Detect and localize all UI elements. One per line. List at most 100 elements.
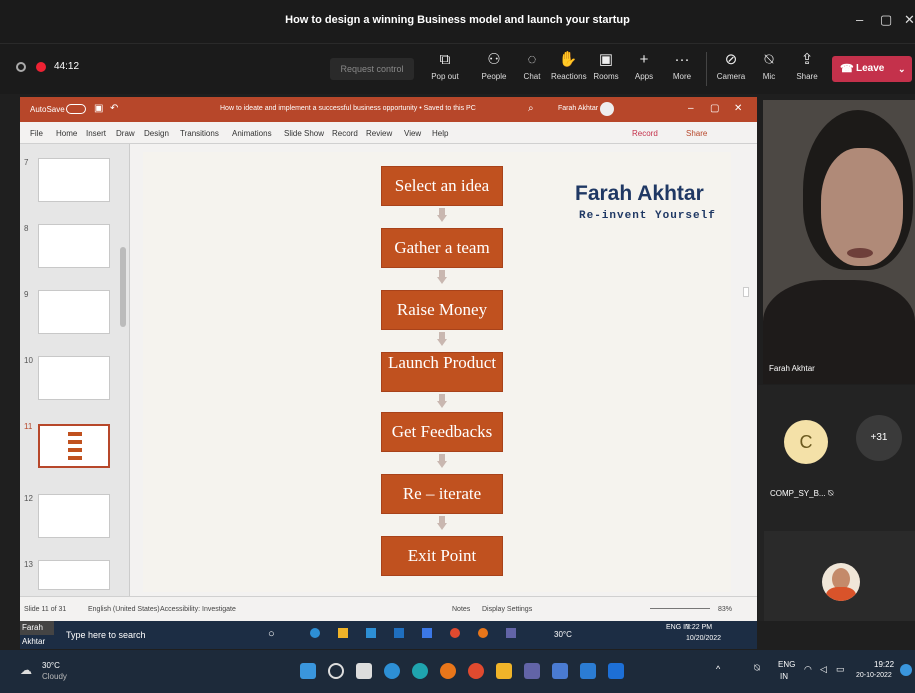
- slide-tagline: Re-invent Yourself: [579, 210, 716, 222]
- share-button[interactable]: Share: [686, 129, 707, 138]
- clock-time[interactable]: 19:22: [874, 660, 894, 669]
- more-button[interactable]: ··· More: [665, 50, 699, 81]
- zoom-level[interactable]: 83%: [718, 606, 732, 613]
- app-icon[interactable]: [422, 628, 432, 638]
- reactions-icon: ✋: [558, 51, 578, 68]
- teams-icon[interactable]: [524, 663, 540, 679]
- step-reiterate: Re – iterate: [381, 474, 503, 514]
- task-view-icon[interactable]: [356, 663, 372, 679]
- app-icon[interactable]: [608, 663, 624, 679]
- slide-thumbnail[interactable]: [38, 560, 110, 590]
- chevron-down-icon[interactable]: ⌄: [898, 56, 906, 82]
- slide-scrollbar[interactable]: [743, 287, 749, 297]
- mic-button[interactable]: ⍉ Mic: [752, 50, 786, 81]
- people-button[interactable]: ⚇ People: [477, 50, 511, 81]
- teams-icon[interactable]: [506, 628, 516, 638]
- chrome-icon[interactable]: [450, 628, 460, 638]
- apps-button[interactable]: + Apps: [627, 50, 661, 81]
- slide-thumbnail-selected[interactable]: [38, 424, 110, 468]
- menu-help[interactable]: Help: [432, 129, 448, 138]
- slide-thumbnail[interactable]: [38, 224, 110, 268]
- menu-insert[interactable]: Insert: [86, 129, 106, 138]
- leave-button[interactable]: ☎ Leave ⌄: [832, 56, 912, 82]
- minimize-icon[interactable]: –: [856, 12, 863, 27]
- menu-slideshow[interactable]: Slide Show: [284, 129, 324, 138]
- notification-icon[interactable]: [900, 664, 912, 676]
- avatar[interactable]: C: [784, 420, 828, 464]
- region-code[interactable]: IN: [780, 672, 788, 681]
- store-icon[interactable]: [366, 628, 376, 638]
- notes-button[interactable]: Notes: [452, 606, 470, 613]
- language-status[interactable]: English (United States): [88, 606, 160, 613]
- firefox-icon[interactable]: [440, 663, 456, 679]
- clock-date[interactable]: 20-10-2022: [856, 672, 892, 679]
- menu-design[interactable]: Design: [144, 129, 169, 138]
- presenter-video[interactable]: Farah Akhtar: [763, 100, 915, 384]
- popout-button[interactable]: ⧉ Pop out: [428, 50, 462, 81]
- ppt-doc-title: How to ideate and implement a successful…: [220, 105, 476, 112]
- avatar[interactable]: [600, 102, 614, 116]
- mic-icon[interactable]: ⍉: [754, 663, 760, 674]
- close-icon[interactable]: ✕: [734, 103, 742, 114]
- word-icon[interactable]: [580, 663, 596, 679]
- maximize-icon[interactable]: ▢: [710, 103, 719, 114]
- down-arrow-icon: [437, 208, 447, 222]
- slide-thumbnail[interactable]: [38, 158, 110, 202]
- maximize-icon[interactable]: ▢: [880, 12, 892, 28]
- mail-icon[interactable]: [394, 628, 404, 638]
- more-participants-button[interactable]: +31: [856, 415, 902, 461]
- clock-date[interactable]: 10/20/2022: [686, 635, 721, 642]
- folder-icon[interactable]: [338, 628, 348, 638]
- menu-transitions[interactable]: Transitions: [180, 129, 219, 138]
- weather-desc[interactable]: Cloudy: [42, 672, 67, 681]
- window-title: How to design a winning Business model a…: [285, 14, 630, 26]
- search-box[interactable]: Type here to search: [66, 630, 146, 640]
- slide-thumbnail[interactable]: [38, 494, 110, 538]
- folder-icon[interactable]: [496, 663, 512, 679]
- menu-draw[interactable]: Draw: [116, 129, 135, 138]
- avatar[interactable]: [822, 563, 860, 601]
- chat-icon[interactable]: [384, 663, 400, 679]
- windows-start-icon[interactable]: [300, 663, 316, 679]
- menu-home[interactable]: Home: [56, 129, 77, 138]
- save-icon[interactable]: ▣: [94, 103, 103, 114]
- clock-time[interactable]: 7:22 PM: [686, 624, 712, 631]
- camera-button[interactable]: ⊘ Camera: [714, 50, 748, 81]
- autosave-toggle[interactable]: [66, 104, 86, 114]
- record-button[interactable]: Record: [632, 129, 658, 138]
- slide-thumbnail[interactable]: [38, 356, 110, 400]
- menu-record[interactable]: Record: [332, 129, 358, 138]
- thumbs-scrollbar[interactable]: [120, 247, 126, 327]
- battery-icon[interactable]: ▭: [836, 664, 845, 675]
- weather-temp[interactable]: 30°C: [42, 661, 60, 670]
- request-control-button[interactable]: Request control: [330, 58, 414, 80]
- edge-icon[interactable]: [310, 628, 320, 638]
- search-icon[interactable]: ⌕: [528, 103, 534, 114]
- chevron-up-icon[interactable]: ^: [716, 664, 720, 674]
- close-icon[interactable]: ✕: [904, 12, 915, 28]
- menu-file[interactable]: File: [30, 129, 43, 138]
- display-settings-button[interactable]: Display Settings: [482, 606, 532, 613]
- share-button[interactable]: ⇪ Share: [790, 50, 824, 81]
- weather-status[interactable]: 30°C: [554, 630, 572, 639]
- windows-icon[interactable]: ○: [268, 628, 275, 640]
- slide-thumbnail[interactable]: [38, 290, 110, 334]
- firefox-icon[interactable]: [478, 628, 488, 638]
- menu-view[interactable]: View: [404, 129, 421, 138]
- chrome-icon[interactable]: [468, 663, 484, 679]
- reactions-button[interactable]: ✋ Reactions: [551, 50, 587, 81]
- lang-code[interactable]: ENG: [778, 660, 795, 669]
- volume-icon[interactable]: ◁: [820, 664, 827, 675]
- wifi-icon[interactable]: ◠: [804, 664, 812, 675]
- app-icon[interactable]: [552, 663, 568, 679]
- menu-review[interactable]: Review: [366, 129, 392, 138]
- undo-icon[interactable]: ↶: [110, 103, 118, 114]
- menu-animations[interactable]: Animations: [232, 129, 272, 138]
- minimize-icon[interactable]: –: [688, 103, 694, 114]
- zoom-slider[interactable]: [650, 608, 710, 609]
- rooms-button[interactable]: ▣ Rooms: [589, 50, 623, 81]
- accessibility-status[interactable]: Accessibility: Investigate: [160, 606, 236, 613]
- search-icon[interactable]: [328, 663, 344, 679]
- edge-icon[interactable]: [412, 663, 428, 679]
- chat-button[interactable]: ◌ Chat: [515, 50, 549, 81]
